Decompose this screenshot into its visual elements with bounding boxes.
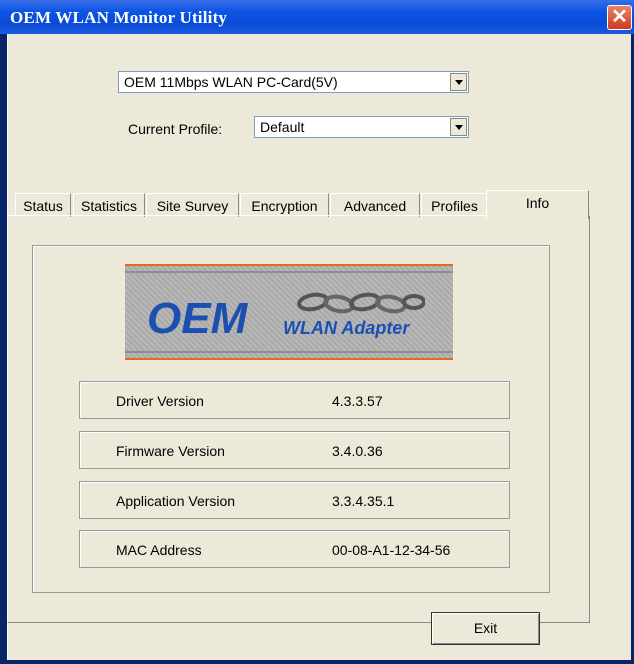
dialog-body: OEM 11Mbps WLAN PC-Card(5V) Current Prof… (7, 34, 631, 660)
tab-advanced[interactable]: Advanced (330, 193, 420, 217)
tab-panel-info: OEM WLAN Adapter Driver Version 4.3.3.57 (7, 215, 590, 623)
chevron-down-icon[interactable] (450, 118, 467, 136)
info-row: MAC Address 00-08-A1-12-34-56 (79, 530, 510, 568)
tab-status[interactable]: Status (15, 193, 71, 217)
tab-profiles[interactable]: Profiles (421, 193, 488, 217)
exit-button[interactable]: Exit (431, 612, 540, 645)
profile-select-value: Default (260, 119, 305, 135)
info-value: 4.3.3.57 (332, 393, 383, 409)
logo-brand: OEM (147, 294, 248, 343)
chain-icon (297, 292, 425, 314)
app-window: OEM WLAN Monitor Utility ✕ OEM 11Mbps WL… (0, 0, 634, 664)
oem-logo: OEM WLAN Adapter (125, 264, 453, 360)
close-button[interactable]: ✕ (607, 5, 632, 30)
title-bar[interactable]: OEM WLAN Monitor Utility ✕ (0, 0, 634, 34)
window-title: OEM WLAN Monitor Utility (10, 8, 228, 27)
info-label: MAC Address (116, 542, 202, 558)
info-value: 3.4.0.36 (332, 443, 383, 459)
info-label: Firmware Version (116, 443, 225, 459)
info-value: 00-08-A1-12-34-56 (332, 542, 451, 558)
tab-info[interactable]: Info (486, 190, 589, 219)
info-row: Driver Version 4.3.3.57 (79, 381, 510, 419)
adapter-select[interactable]: OEM 11Mbps WLAN PC-Card(5V) (118, 71, 469, 93)
info-label: Application Version (116, 493, 236, 509)
info-row: Firmware Version 3.4.0.36 (79, 431, 510, 469)
adapter-select-value: OEM 11Mbps WLAN PC-Card(5V) (124, 74, 338, 90)
info-group: OEM WLAN Adapter Driver Version 4.3.3.57 (32, 245, 550, 593)
tab-site-survey[interactable]: Site Survey (146, 193, 239, 217)
chevron-down-icon[interactable] (450, 73, 467, 91)
logo-line-top (125, 271, 453, 273)
logo-line-bottom (125, 351, 453, 353)
tab-encryption[interactable]: Encryption (240, 193, 329, 217)
close-icon: ✕ (611, 6, 628, 28)
tab-statistics[interactable]: Statistics (73, 193, 145, 217)
info-label: Driver Version (116, 393, 204, 409)
profile-label: Current Profile: (128, 121, 223, 137)
info-value: 3.3.4.35.1 (332, 493, 395, 509)
logo-subtitle: WLAN Adapter (283, 318, 410, 338)
info-row: Application Version 3.3.4.35.1 (79, 481, 510, 519)
profile-select[interactable]: Default (254, 116, 469, 138)
